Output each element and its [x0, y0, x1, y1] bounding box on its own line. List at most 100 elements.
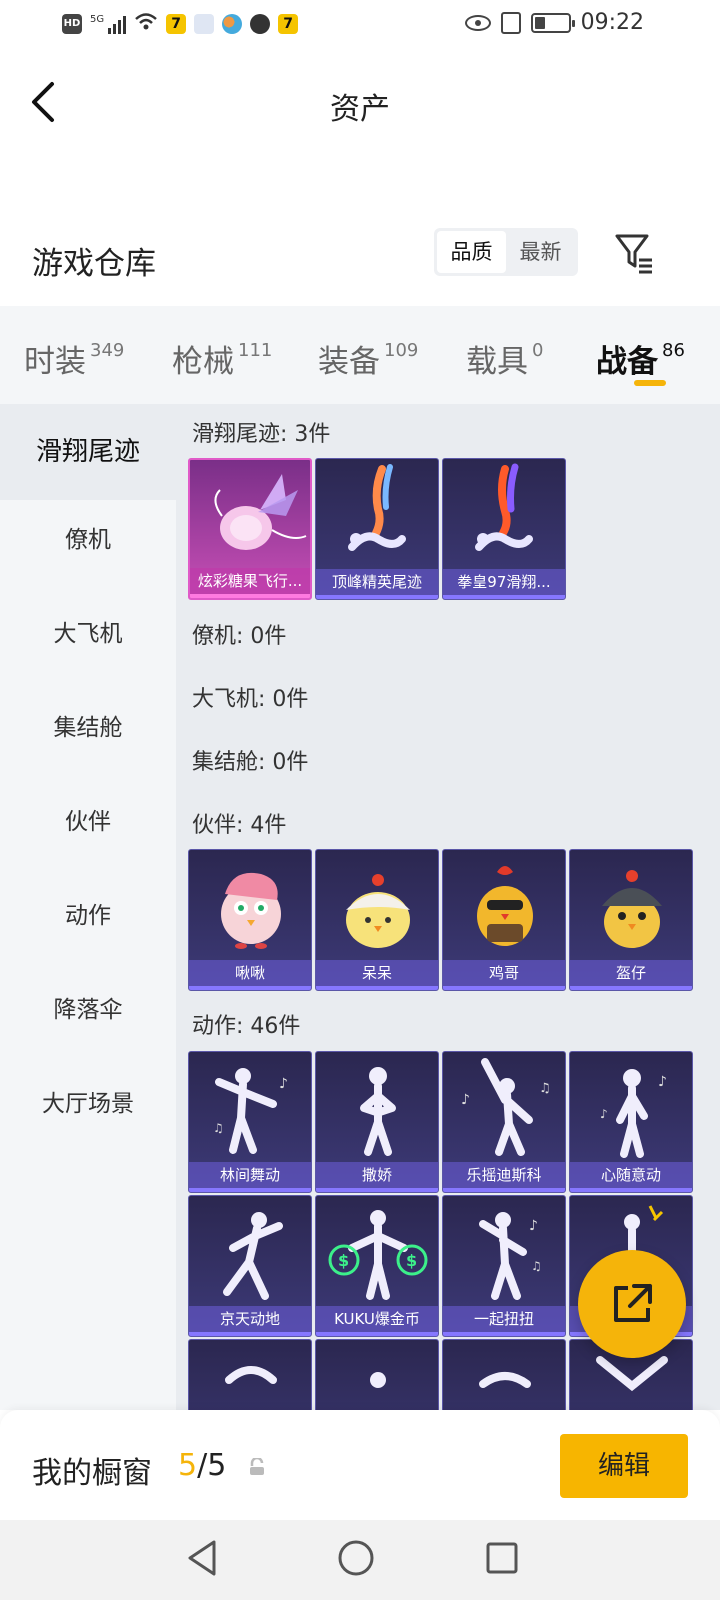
item-card[interactable] — [315, 1339, 439, 1410]
item-card[interactable]: ♪ ♫ 乐摇迪斯科 — [442, 1051, 566, 1193]
rarity-bar — [316, 1332, 438, 1336]
tab-guns[interactable]: 枪械 111 — [172, 336, 272, 381]
sidebar: 滑翔尾迹 僚机 大飞机 集结舱 伙伴 动作 降落伞 大厅场景 — [0, 404, 176, 1410]
rarity-bar — [316, 986, 438, 990]
nav-back-icon[interactable] — [184, 1538, 220, 1578]
item-card[interactable]: 盔仔 — [569, 849, 693, 991]
ghost-app-icon — [194, 14, 215, 34]
sort-quality-button[interactable]: 品质 — [437, 231, 506, 273]
pinwheel-app-icon — [222, 14, 243, 34]
system-nav-bar — [0, 1520, 720, 1600]
lock-icon — [250, 1458, 264, 1475]
rarity-bar — [189, 1188, 311, 1192]
item-label: 呆呆 — [316, 960, 438, 986]
svg-text:♪: ♪ — [279, 1076, 288, 1092]
filter-icon — [615, 234, 652, 274]
dance-pose-icon: ♪ ♫ — [213, 1068, 288, 1154]
sidebar-item-parachute[interactable]: 降落伞 — [0, 962, 176, 1058]
dynamic-pose-icon — [223, 1212, 283, 1300]
rarity-bar — [443, 595, 565, 599]
filter-button[interactable] — [614, 232, 656, 276]
kof97-trail-icon — [475, 463, 533, 551]
edit-button[interactable]: 编辑 — [560, 1434, 688, 1498]
item-card[interactable]: ♪ ♪ 心随意动 — [569, 1051, 693, 1193]
sidebar-item-lobby-scene[interactable]: 大厅场景 — [0, 1056, 176, 1152]
signal-icon: 5G — [90, 14, 127, 34]
sidebar-item-wingman[interactable]: 僚机 — [0, 492, 176, 588]
item-card[interactable]: ♪ ♫ 一起扭扭 — [442, 1195, 566, 1337]
clock: 09:22 — [580, 10, 644, 35]
tab-fashion[interactable]: 时装 349 — [24, 336, 124, 381]
sidebar-item-partner[interactable]: 伙伴 — [0, 774, 176, 870]
sort-newest-button[interactable]: 最新 — [506, 231, 575, 273]
tab-vehicles[interactable]: 载具 0 — [466, 336, 543, 381]
warehouse-header: 游戏仓库 品质 最新 — [0, 228, 720, 306]
rarity-bar — [189, 986, 311, 990]
sidebar-item-glide-trail[interactable]: 滑翔尾迹 — [0, 404, 176, 500]
item-card[interactable]: $ $ KUKU爆金币 — [315, 1195, 439, 1337]
app-header: 资产 — [0, 48, 720, 152]
warehouse-title: 游戏仓库 — [32, 246, 156, 282]
item-card[interactable] — [442, 1339, 566, 1410]
item-card[interactable]: ♪ ♫ 林间舞动 — [188, 1051, 312, 1193]
item-label: 一起扭扭 — [443, 1306, 565, 1332]
sidebar-item-action[interactable]: 动作 — [0, 868, 176, 964]
nav-recents-icon[interactable] — [484, 1538, 520, 1578]
vibrate-icon — [500, 11, 521, 34]
rooster-icon — [477, 866, 533, 946]
wifi-icon — [134, 12, 158, 36]
rarity-bar — [443, 1188, 565, 1192]
item-label: 林间舞动 — [189, 1162, 311, 1188]
item-label: 炫彩糖果飞行... — [190, 568, 310, 594]
tab-equipment[interactable]: 装备 109 — [318, 336, 418, 381]
svg-text:♪: ♪ — [461, 1092, 470, 1108]
rarity-bar — [190, 594, 310, 598]
svg-text:♪: ♪ — [658, 1074, 667, 1090]
item-card[interactable]: 啾啾 — [188, 849, 312, 991]
svg-text:$: $ — [338, 1251, 349, 1270]
nav-home-icon[interactable] — [336, 1538, 376, 1578]
item-label: 乐摇迪斯科 — [443, 1162, 565, 1188]
share-fab-button[interactable] — [578, 1250, 686, 1358]
item-card[interactable] — [188, 1339, 312, 1410]
status-icons-left: HD 5G 7 7 — [62, 12, 299, 36]
signal-label: 5G — [90, 14, 105, 25]
showcase-count: 5/5 — [178, 1448, 227, 1483]
item-card[interactable]: 京天动地 — [188, 1195, 312, 1337]
section-title-wingman: 僚机: 0件 — [192, 624, 287, 649]
rarity-bar — [570, 1188, 692, 1192]
item-label: 心随意动 — [570, 1162, 692, 1188]
status-bar: HD 5G 7 7 09:22 — [0, 0, 720, 48]
tab-battle-prep[interactable]: 战备 86 — [596, 336, 685, 381]
app-seven-icon-2: 7 — [278, 14, 299, 34]
active-tab-indicator — [634, 380, 666, 386]
item-card[interactable]: 鸡哥 — [442, 849, 566, 991]
svg-text:♫: ♫ — [539, 1081, 551, 1096]
pose-icon — [225, 1366, 277, 1384]
item-label: 拳皇97滑翔... — [443, 569, 565, 595]
item-card[interactable]: 撒娇 — [315, 1051, 439, 1193]
svg-text:♪: ♪ — [600, 1107, 608, 1121]
svg-text:♫: ♫ — [213, 1121, 224, 1135]
svg-text:♪: ♪ — [529, 1218, 538, 1234]
sidebar-item-capsule[interactable]: 集结舱 — [0, 680, 176, 776]
item-label: 京天动地 — [189, 1306, 311, 1332]
money-bag-pose-icon: $ $ — [328, 1210, 428, 1300]
pose-icon — [479, 1372, 531, 1388]
helmet-chick-icon — [602, 870, 662, 948]
item-card[interactable]: 拳皇97滑翔... — [442, 458, 566, 600]
rarity-bar — [570, 986, 692, 990]
item-label: KUKU爆金币 — [316, 1306, 438, 1332]
item-label: 鸡哥 — [443, 960, 565, 986]
category-tabs: 时装 349 枪械 111 装备 109 载具 0 战备 86 — [0, 306, 720, 404]
item-label: 顶峰精英尾迹 — [316, 569, 438, 595]
svg-text:$: $ — [406, 1251, 417, 1270]
app-seven-icon: 7 — [166, 14, 187, 34]
item-card[interactable]: 炫彩糖果飞行... — [188, 458, 312, 600]
item-card[interactable]: 呆呆 — [315, 849, 439, 991]
rarity-bar — [316, 1188, 438, 1192]
item-card[interactable]: 顶峰精英尾迹 — [315, 458, 439, 600]
rarity-bar — [189, 1332, 311, 1336]
item-label: 啾啾 — [189, 960, 311, 986]
sidebar-item-plane[interactable]: 大飞机 — [0, 586, 176, 682]
